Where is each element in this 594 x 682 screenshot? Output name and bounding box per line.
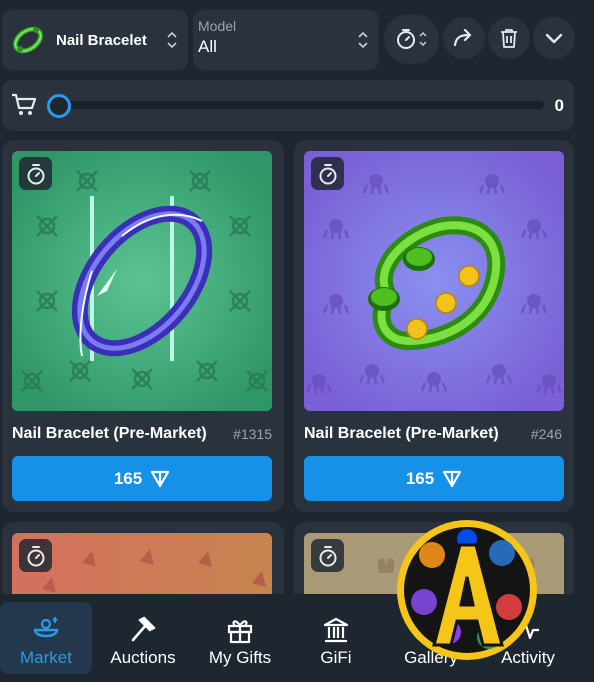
cart-slider-knob[interactable] (47, 94, 71, 118)
gift-title: Nail Bracelet (Pre-Market) (12, 425, 207, 442)
cart-row: 0 (2, 80, 574, 131)
model-value: All (198, 37, 217, 56)
cart-icon[interactable] (10, 92, 38, 118)
gift-card[interactable]: Nail Bracelet (Pre-Market) #1315 165 (2, 140, 284, 512)
gift-number: #246 (530, 426, 562, 442)
gavel-icon (131, 616, 156, 642)
updown-chevron-icon (358, 31, 368, 49)
bank-icon (323, 617, 349, 643)
gift-image[interactable] (304, 151, 564, 411)
delete-button[interactable] (488, 17, 530, 59)
nav-auctions[interactable]: Auctions (97, 602, 189, 674)
clock-badge (19, 539, 52, 572)
nav-my-gifts[interactable]: My Gifts (194, 602, 286, 674)
model-select[interactable]: Model All (193, 10, 379, 70)
share-icon (453, 29, 472, 47)
cart-count: 0 (554, 96, 564, 115)
gift-title: Nail Bracelet (Pre-Market) (304, 425, 499, 442)
clock-badge (19, 157, 52, 190)
market-icon (33, 617, 59, 638)
bracelet-icon (10, 22, 46, 58)
watermark-logo (394, 517, 540, 663)
expand-button[interactable] (533, 17, 575, 59)
buy-button[interactable]: 165 (12, 456, 272, 501)
gift-select[interactable]: Nail Bracelet (2, 10, 188, 70)
nav-gifi-label: GiFi (320, 648, 352, 667)
clock-icon (27, 163, 44, 184)
ton-icon (443, 470, 462, 487)
clock-icon (319, 163, 336, 184)
clock-badge (311, 539, 344, 572)
clock-icon (319, 545, 336, 566)
gift-number: #1315 (233, 426, 272, 442)
price-label: 165 (405, 468, 435, 488)
gift-image[interactable] (12, 151, 272, 411)
share-button[interactable] (443, 17, 485, 59)
model-caption: Model (198, 18, 237, 34)
gift-card[interactable]: Nail Bracelet (Pre-Market) #246 165 (294, 140, 574, 512)
nav-market[interactable]: Market (0, 602, 92, 674)
trash-icon (501, 29, 517, 48)
clock-icon (27, 545, 44, 566)
ton-icon (151, 470, 170, 487)
nav-my-gifts-label: My Gifts (208, 648, 272, 667)
price-label: 165 (113, 468, 143, 488)
clock-badge (311, 157, 344, 190)
chevron-down-icon (545, 33, 563, 44)
timer-icon (396, 29, 427, 49)
nav-auctions-label: Auctions (110, 648, 176, 667)
updown-chevron-icon (167, 31, 177, 49)
nav-gifi[interactable]: GiFi (290, 602, 382, 674)
gift-icon (227, 620, 253, 644)
cart-slider-track[interactable] (50, 101, 544, 109)
timer-sort-button[interactable] (384, 14, 439, 64)
gift-select-label: Nail Bracelet (56, 31, 147, 49)
filter-bar: Nail Bracelet Model All (0, 0, 594, 76)
nav-market-label: Market (20, 648, 72, 667)
buy-button[interactable]: 165 (304, 456, 564, 501)
